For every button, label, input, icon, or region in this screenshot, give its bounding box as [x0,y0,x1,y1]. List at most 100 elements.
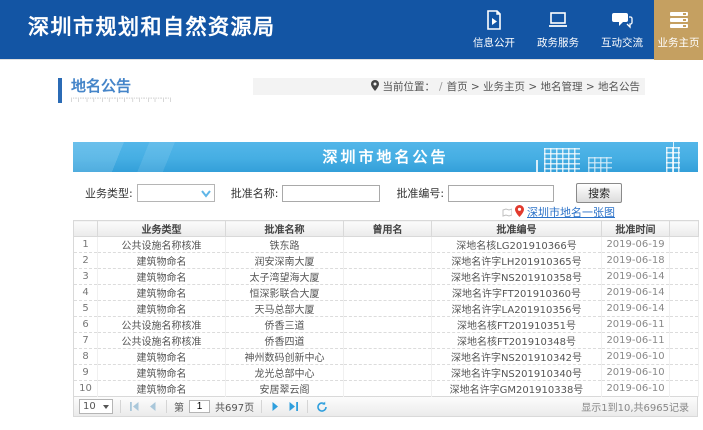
cell-approval-code: 深地名许字NS201910358号 [432,269,602,285]
cell-approved-name: 安居翠云阁 [226,381,344,397]
page-size-select[interactable]: 10 [79,399,113,414]
search-button[interactable]: 搜索 [576,183,622,203]
cell-filler [670,365,699,381]
business-type-select[interactable] [137,184,215,202]
breadcrumb-slash: / [439,81,443,93]
announcement-panel: 深圳市地名公告 业务类型: 批准名称: 批准编号: 搜索 深圳市地名一张图 [73,142,698,417]
nav-item-interaction[interactable]: 互动交流 [590,0,654,60]
cell-former-name [344,301,432,317]
page-prefix-label: 第 [174,399,184,414]
approved-name-label: 批准名称: [231,185,279,201]
cell-row-number: 3 [74,269,98,285]
prev-page-button[interactable] [146,400,159,413]
cell-business-type: 建筑物命名 [98,349,226,365]
cell-approval-code: 深地名许字LH201910365号 [432,253,602,269]
breadcrumb-path[interactable]: 首页 > 业务主页 > 地名管理 > 地名公告 [447,79,640,94]
col-filler [670,221,699,237]
cell-row-number: 10 [74,381,98,397]
cell-approved-name: 侨香三道 [226,317,344,333]
table-row: 7 公共设施名称核准 侨香四道 深地名核FT201910348号 2019-06… [74,333,699,349]
page-total-label: 共697页 [215,399,254,414]
cell-former-name [344,365,432,381]
cell-filler [670,253,699,269]
document-icon [484,10,504,30]
nav-item-label: 互动交流 [601,35,643,50]
cell-business-type: 建筑物命名 [98,365,226,381]
records-summary: 显示1到10,共6965记录 [581,399,692,414]
last-page-button[interactable] [287,400,300,413]
cell-approved-name: 天马总部大厦 [226,301,344,317]
cell-row-number: 6 [74,317,98,333]
map-pin-icon [515,202,524,221]
cell-business-type: 建筑物命名 [98,269,226,285]
cell-filler [670,285,699,301]
cell-approval-code: 深地名许字GM201910338号 [432,381,602,397]
cell-approved-name: 侨香四道 [226,333,344,349]
cell-approval-code: 深地名许字NS201910342号 [432,349,602,365]
col-row-number [74,221,98,237]
cell-approved-name: 润安深南大厦 [226,253,344,269]
cell-former-name [344,381,432,397]
col-former-name: 曾用名 [344,221,432,237]
cell-approval-code: 深地名许字NS201910340号 [432,365,602,381]
cell-former-name [344,333,432,349]
table-row: 1 公共设施名称核准 铁东路 深地名核LG201910366号 2019-06-… [74,237,699,253]
cell-row-number: 7 [74,333,98,349]
nav-item-business-home[interactable]: 业务主页 [654,0,703,60]
page-size-value: 10 [83,401,96,412]
cell-filler [670,301,699,317]
table-body: 1 公共设施名称核准 铁东路 深地名核LG201910366号 2019-06-… [74,237,699,397]
cell-approval-date: 2019-06-11 [602,333,670,349]
cell-business-type: 公共设施名称核准 [98,237,226,253]
table-row: 6 公共设施名称核准 侨香三道 深地名核FT201910351号 2019-06… [74,317,699,333]
monitor-icon [547,10,569,30]
location-pin-icon [371,80,379,94]
page-number-input[interactable] [189,400,210,413]
breadcrumb-location-label: 当前位置： [383,79,436,94]
cell-filler [670,349,699,365]
nav-item-label: 信息公开 [473,35,515,50]
cell-business-type: 公共设施名称核准 [98,317,226,333]
cell-row-number: 8 [74,349,98,365]
approved-name-input[interactable] [282,185,380,202]
cell-approval-date: 2019-06-18 [602,253,670,269]
cell-approved-name: 铁东路 [226,237,344,253]
pager-divider [307,400,308,413]
first-page-button[interactable] [128,400,141,413]
refresh-button[interactable] [315,400,328,413]
cell-approval-date: 2019-06-11 [602,317,670,333]
cell-approval-code: 深地名许字LA201910356号 [432,301,602,317]
cell-approval-date: 2019-06-14 [602,269,670,285]
nav-item-gov-service[interactable]: 政务服务 [526,0,590,60]
cell-filler [670,317,699,333]
cell-approval-date: 2019-06-10 [602,365,670,381]
table-row: 4 建筑物命名 恒深影联合大厦 深地名许字FT201910360号 2019-0… [74,285,699,301]
nav-item-info-disclosure[interactable]: 信息公开 [462,0,526,60]
cell-approval-code: 深地名许字FT201910360号 [432,285,602,301]
city-placename-map-link[interactable]: 深圳市地名一张图 [527,204,615,220]
map-fold-icon [502,202,512,221]
next-page-button[interactable] [269,400,282,413]
cell-business-type: 建筑物命名 [98,285,226,301]
cell-approval-date: 2019-06-19 [602,237,670,253]
page-title: 地名公告 [71,78,172,94]
caret-down-icon [103,405,109,409]
cell-approval-date: 2019-06-10 [602,349,670,365]
col-approval-code: 批准编号 [432,221,602,237]
cell-business-type: 公共设施名称核准 [98,333,226,349]
pager-divider [166,400,167,413]
announcement-table: 业务类型 批准名称 曾用名 批准编号 批准时间 [73,220,699,397]
cell-approval-date: 2019-06-14 [602,285,670,301]
top-nav: 信息公开 政务服务 互动交流 业务主页 [462,0,703,60]
business-type-label: 业务类型: [85,185,133,201]
cell-former-name [344,349,432,365]
cell-filler [670,269,699,285]
cell-former-name [344,269,432,285]
cell-filler [670,381,699,397]
chat-icon [611,10,633,30]
cell-business-type: 建筑物命名 [98,301,226,317]
col-approved-name: 批准名称 [226,221,344,237]
cell-approval-code: 深地名核FT201910351号 [432,317,602,333]
cell-approved-name: 神州数码创新中心 [226,349,344,365]
approval-code-input[interactable] [448,185,554,202]
